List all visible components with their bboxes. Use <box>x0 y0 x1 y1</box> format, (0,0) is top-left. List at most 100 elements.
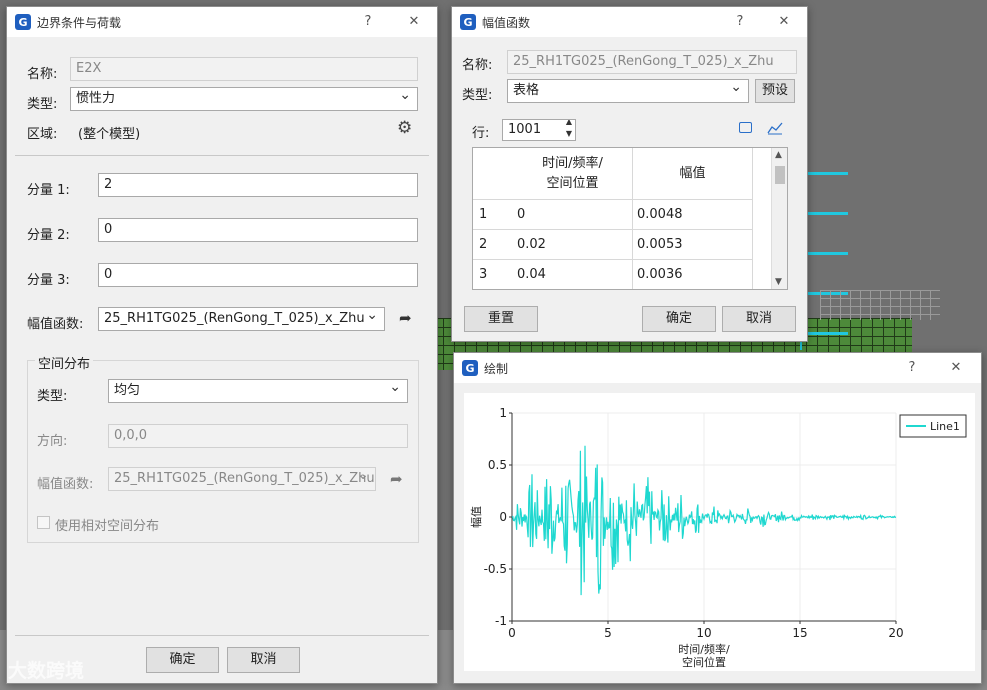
titlebar[interactable]: G 边界条件与荷载 ? ✕ <box>7 7 437 37</box>
type-select[interactable]: 惯性力 <box>70 87 418 111</box>
sp-type-value: 均匀 <box>114 383 141 398</box>
chart-icon[interactable] <box>767 121 783 135</box>
help-button[interactable]: ? <box>359 13 377 31</box>
spatial-group-title: 空间分布 <box>35 353 94 372</box>
plot-area[interactable]: 0 5 10 15 20 1 0.5 0 -0.5 -1 时间/频率/空间位置 幅值 Line1 <box>464 393 975 671</box>
y-tick-label: 0 <box>499 510 507 524</box>
amp-label: 幅值函数: <box>27 317 84 332</box>
arrow-right-icon: ➦ <box>390 470 403 488</box>
sp-dir-label: 方向: <box>37 434 68 449</box>
row-number: 2 <box>473 230 513 260</box>
app-logo-icon: G <box>15 14 31 30</box>
close-icon[interactable]: ✕ <box>405 13 423 31</box>
close-icon[interactable]: ✕ <box>947 359 965 377</box>
help-button[interactable]: ? <box>731 13 749 31</box>
x-tick-label: 5 <box>604 626 612 640</box>
plot-dialog: G 绘制 ? ✕ 0 5 10 15 20 1 0.5 0 -0.5 -1 时间/频率/空间位置 幅值… <box>453 352 982 684</box>
cancel-button[interactable]: 取消 <box>722 306 796 332</box>
type-select-value: 惯性力 <box>76 91 116 106</box>
type-label: 类型: <box>462 88 493 103</box>
rows-label: 行: <box>472 126 490 141</box>
region-value: (整个模型) <box>78 127 141 142</box>
comp2-input[interactable]: 0 <box>98 218 418 242</box>
type-select-value: 表格 <box>513 83 540 98</box>
row-number: 1 <box>473 200 513 230</box>
table-scrollbar[interactable]: ▲ ▼ <box>771 148 787 289</box>
x-tick-label: 15 <box>792 626 807 640</box>
rows-spinbox[interactable]: 1001 ▲ ▼ <box>502 119 576 141</box>
dialog-title: 边界条件与荷载 <box>37 15 122 30</box>
titlebar[interactable]: G 绘制 ? ✕ <box>454 353 981 383</box>
sp-type-select[interactable]: 均匀 <box>108 379 408 403</box>
help-button[interactable]: ? <box>903 359 921 377</box>
x-tick-label: 20 <box>888 626 903 640</box>
col-header-time: 时间/频率/ 空间位置 <box>513 148 633 200</box>
spin-arrows-icon[interactable]: ▲ ▼ <box>566 120 572 140</box>
table-cell[interactable]: 0.0048 <box>633 200 753 230</box>
table-cell[interactable]: 0 <box>513 200 633 230</box>
ok-button[interactable]: 确定 <box>146 647 219 673</box>
amp-table[interactable]: 时间/频率/ 空间位置 幅值 1 0 0.0048 2 0.02 0.0053 … <box>472 147 788 290</box>
y-axis-label: 幅值 <box>470 506 483 528</box>
name-field: 25_RH1TG025_(RenGong_T_025)_x_Zhu <box>507 50 797 74</box>
x-axis-label: 空间位置 <box>682 655 726 669</box>
scroll-thumb[interactable] <box>775 166 785 184</box>
table-cell[interactable]: 0.02 <box>513 230 633 260</box>
rows-value: 1001 <box>508 122 542 137</box>
gear-icon[interactable]: ⚙ <box>397 118 412 138</box>
chevron-up-icon[interactable]: ▲ <box>775 150 782 160</box>
chevron-down-icon[interactable]: ▼ <box>775 277 782 287</box>
x-tick-label: 10 <box>696 626 711 640</box>
ok-button[interactable]: 确定 <box>642 306 716 332</box>
comp1-input[interactable]: 2 <box>98 173 418 197</box>
amp-select[interactable]: 25_RH1TG025_(RenGong_T_025)_x_Zhu <box>98 307 385 331</box>
type-label: 类型: <box>27 97 58 112</box>
table-cell[interactable]: 0.0036 <box>633 260 753 289</box>
table-corner <box>473 148 513 200</box>
y-tick-label: 1 <box>499 406 507 420</box>
reset-button[interactable]: 重置 <box>464 306 538 332</box>
sp-type-label: 类型: <box>37 389 68 404</box>
col-header-amp: 幅值 <box>633 148 753 200</box>
cancel-button[interactable]: 取消 <box>227 647 300 673</box>
amplitude-chart: 0 5 10 15 20 1 0.5 0 -0.5 -1 时间/频率/空间位置 幅值 Line1 <box>470 406 967 669</box>
app-logo-icon: G <box>460 14 476 30</box>
sp-amp-value: 25_RH1TG025_(RenGong_T_025)_x_Zhu <box>114 471 375 486</box>
amp-select-value: 25_RH1TG025_(RenGong_T_025)_x_Zhu <box>104 311 365 326</box>
preset-button[interactable]: 预设 <box>755 79 795 103</box>
sp-dir-field: 0,0,0 <box>108 424 408 448</box>
type-select[interactable]: 表格 <box>507 79 749 103</box>
region-label: 区域: <box>27 127 58 142</box>
y-tick-label: -1 <box>495 614 507 628</box>
divider <box>15 635 429 636</box>
close-icon[interactable]: ✕ <box>775 13 793 31</box>
titlebar[interactable]: G 幅值函数 ? ✕ <box>452 7 807 37</box>
amplitude-dialog: G 幅值函数 ? ✕ 名称: 25_RH1TG025_(RenGong_T_02… <box>451 6 808 342</box>
watermark: 大数跨境 <box>8 660 85 682</box>
dialog-title: 幅值函数 <box>482 15 531 30</box>
relative-label: 使用相对空间分布 <box>55 519 160 534</box>
comp3-label: 分量 3: <box>27 273 70 288</box>
sp-amp-select: 25_RH1TG025_(RenGong_T_025)_x_Zhu <box>108 467 376 491</box>
dialog-title: 绘制 <box>484 361 509 376</box>
divider <box>15 155 429 156</box>
table-cell[interactable]: 0.0053 <box>633 230 753 260</box>
comp1-label: 分量 1: <box>27 183 70 198</box>
name-label: 名称: <box>27 67 58 82</box>
relative-checkbox[interactable] <box>37 516 50 529</box>
y-tick-label: 0.5 <box>488 458 507 472</box>
sp-amp-label: 幅值函数: <box>37 477 94 492</box>
mesh-grid <box>820 290 940 320</box>
table-cell[interactable]: 0.04 <box>513 260 633 289</box>
y-tick-label: -0.5 <box>484 562 507 576</box>
save-icon[interactable] <box>739 122 752 133</box>
x-axis-label: 时间/频率/ <box>678 642 730 656</box>
boundary-dialog: G 边界条件与荷载 ? ✕ 名称: E2X 类型: 惯性力 区域: (整个模型)… <box>6 6 438 684</box>
x-tick-label: 0 <box>508 626 516 640</box>
app-logo-icon: G <box>462 360 478 376</box>
row-number: 3 <box>473 260 513 289</box>
comp2-label: 分量 2: <box>27 228 70 243</box>
legend-label: Line1 <box>930 420 960 433</box>
arrow-right-icon[interactable]: ➦ <box>399 309 412 327</box>
comp3-input[interactable]: 0 <box>98 263 418 287</box>
